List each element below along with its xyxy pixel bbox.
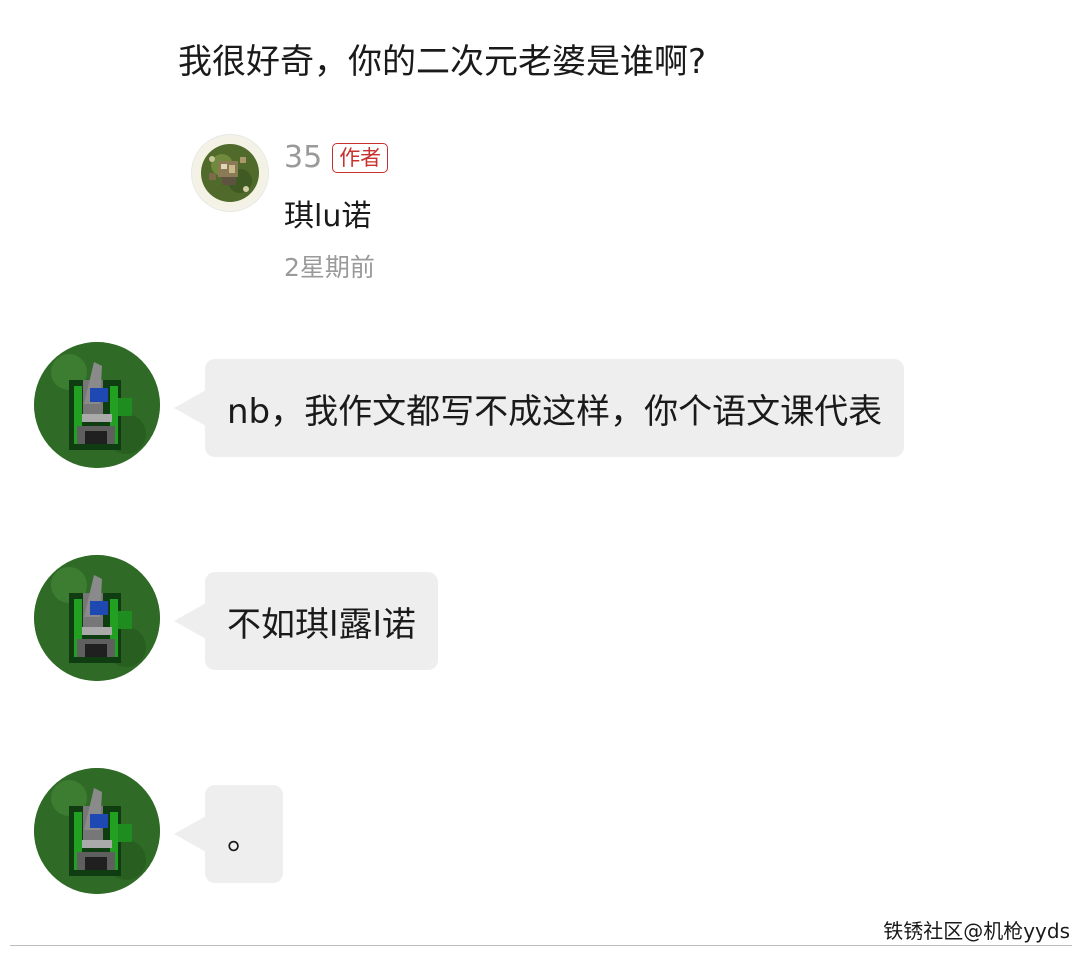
bubble-tail bbox=[174, 603, 206, 639]
comment-thread-page: 我很好奇，你的二次元老婆是谁啊? 35 作者 琪lu诺 2星期前 nb，我作文都… bbox=[0, 0, 1080, 955]
tank-unit-avatar-icon[interactable] bbox=[34, 768, 160, 894]
bubble-tail bbox=[174, 816, 206, 852]
tank-unit-avatar-icon[interactable] bbox=[34, 342, 160, 468]
chat-message: nb，我作文都写不成这样，你个语文课代表 bbox=[34, 342, 1034, 472]
bubble-tail bbox=[174, 390, 206, 426]
game-map-avatar-icon[interactable] bbox=[192, 135, 268, 211]
author-badge: 作者 bbox=[332, 143, 389, 173]
reply-time: 2星期前 bbox=[284, 253, 375, 282]
chat-message: 。 bbox=[34, 768, 1034, 898]
tank-unit-avatar-icon[interactable] bbox=[34, 555, 160, 681]
message-bubble: nb，我作文都写不成这样，你个语文课代表 bbox=[205, 359, 905, 457]
chat-message: 不如琪l露l诺 bbox=[34, 555, 1034, 685]
reply-item: 35 作者 琪lu诺 2星期前 bbox=[192, 135, 692, 295]
reply-text: 琪lu诺 bbox=[284, 199, 372, 234]
message-bubble: 。 bbox=[205, 785, 283, 883]
watermark-text: 铁锈社区@机枪yyds bbox=[883, 919, 1070, 943]
message-bubble: 不如琪l露l诺 bbox=[205, 572, 438, 670]
reply-user-row: 35 作者 bbox=[284, 139, 389, 177]
reply-username[interactable]: 35 bbox=[284, 139, 322, 177]
footer-divider bbox=[10, 945, 1072, 946]
comment-text: 我很好奇，你的二次元老婆是谁啊? bbox=[178, 42, 707, 82]
